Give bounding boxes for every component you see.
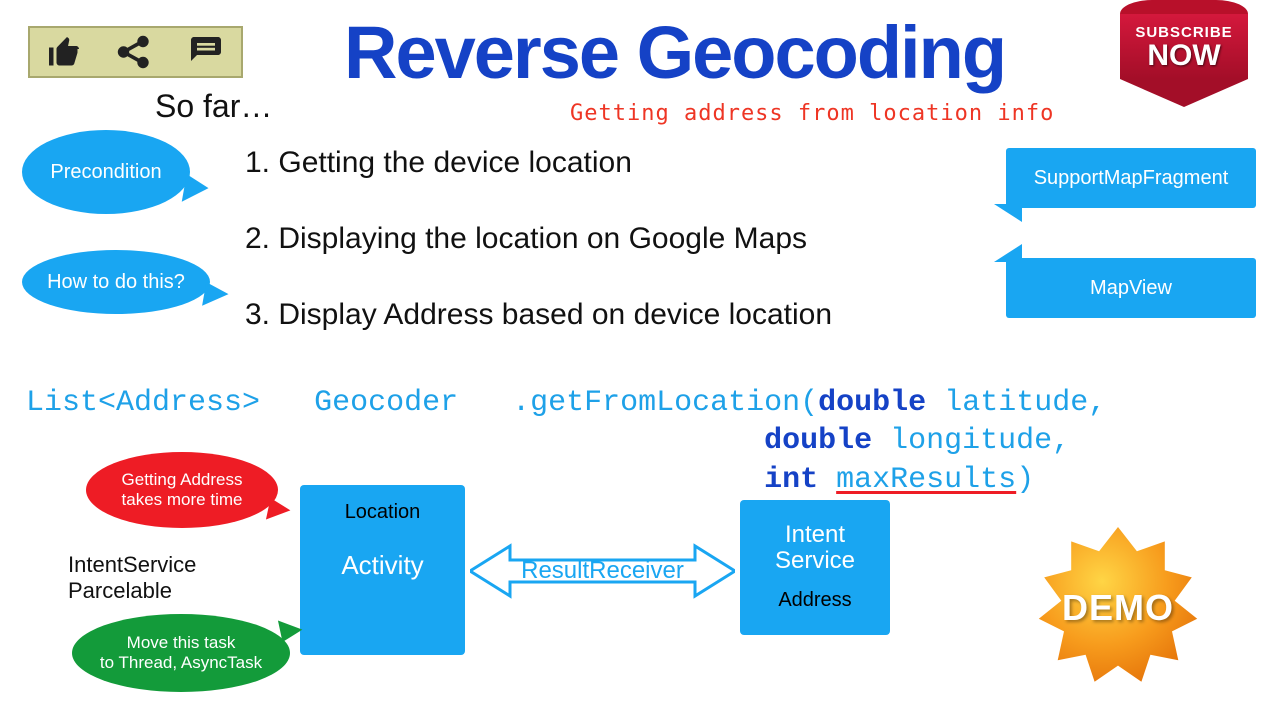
so-far-label: So far… (155, 88, 272, 125)
like-icon[interactable] (44, 34, 84, 70)
activity-box: Location Activity (300, 485, 465, 655)
callout-supportmapfragment: SupportMapFragment (1006, 148, 1256, 208)
subscribe-line2: NOW (1124, 39, 1244, 73)
intent-bottom: Address (740, 575, 890, 612)
subscribe-ribbon[interactable]: SUBSCRIBE NOW (1120, 0, 1248, 107)
note-red-text: Getting Address takes more time (122, 470, 243, 509)
activity-box-top: Location (300, 485, 465, 524)
demo-badge: DEMO (1028, 518, 1208, 698)
howto-bubble: How to do this? (22, 250, 210, 314)
step-1: 1. Getting the device location (245, 148, 832, 178)
intent-main: Intent Service (740, 500, 890, 575)
demo-text: DEMO (1062, 587, 1174, 629)
slide-title: Reverse Geocoding (344, 10, 1005, 95)
steps-list: 1. Getting the device location 2. Displa… (245, 148, 832, 376)
share-icon[interactable] (111, 34, 157, 70)
note-green-text: Move this task to Thread, AsyncTask (100, 633, 262, 672)
step-2: 2. Displaying the location on Google Map… (245, 224, 832, 254)
step-3: 3. Display Address based on device locat… (245, 300, 832, 330)
comment-icon[interactable] (185, 34, 227, 70)
result-receiver-arrow: ResultReceiver (470, 542, 735, 600)
activity-box-main: Activity (300, 524, 465, 581)
social-actions-bar (28, 26, 243, 78)
note-red-bubble: Getting Address takes more time (86, 452, 278, 528)
precondition-label: Precondition (50, 161, 161, 184)
arrow-label: ResultReceiver (521, 557, 684, 585)
howto-label: How to do this? (47, 271, 185, 294)
precondition-bubble: Precondition (22, 130, 190, 214)
note-green-bubble: Move this task to Thread, AsyncTask (72, 614, 290, 692)
callout-mapview: MapView (1006, 258, 1256, 318)
intent-service-box: Intent Service Address (740, 500, 890, 635)
left-side-labels: IntentService Parcelable (68, 552, 196, 605)
slide-subtitle: Getting address from location info (570, 101, 1054, 126)
